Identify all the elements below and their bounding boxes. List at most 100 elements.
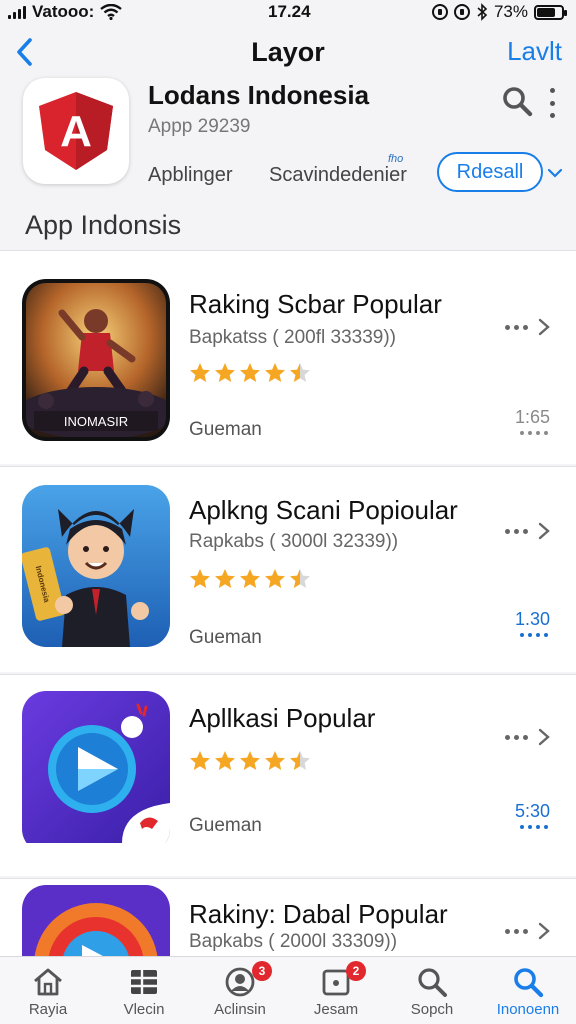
star-icon bbox=[265, 569, 285, 588]
section-title: App Indonsis bbox=[25, 210, 182, 240]
app-icon[interactable] bbox=[22, 885, 170, 958]
signal-icon bbox=[8, 5, 26, 19]
app-title[interactable]: Aplkng Scani Popioular bbox=[189, 495, 458, 526]
tab-label: Inonoenn bbox=[496, 1001, 560, 1018]
star-icon bbox=[215, 363, 235, 382]
tab-inonoenn[interactable]: Inonoenn bbox=[480, 957, 576, 1024]
app-subtitle: Rapkabs ( 3000l 32339)) bbox=[189, 531, 399, 552]
tab-label: Aclinsin bbox=[214, 1001, 266, 1018]
list-item[interactable]: Rakiny: Dabal Popular Bapkabs ( 2000l 33… bbox=[0, 878, 576, 958]
app-title[interactable]: Rakiny: Dabal Popular bbox=[189, 899, 448, 930]
tab-label: Jesam bbox=[313, 1001, 359, 1018]
app-title: Lodans Indonesia bbox=[148, 80, 370, 110]
star-icon bbox=[265, 363, 285, 382]
app-icon[interactable] bbox=[22, 691, 170, 853]
grid-icon bbox=[131, 970, 157, 994]
chevron-down-icon[interactable] bbox=[546, 164, 564, 182]
battery-icon bbox=[534, 4, 567, 20]
bluetooth-icon bbox=[477, 3, 488, 21]
star-icon bbox=[290, 363, 310, 382]
chevron-right-icon[interactable] bbox=[537, 521, 551, 541]
star-icon bbox=[265, 751, 285, 770]
star-icon bbox=[190, 569, 210, 588]
star-icon bbox=[215, 569, 235, 588]
app-title[interactable]: Apllkasi Popular bbox=[189, 703, 375, 734]
more-horizontal-icon[interactable] bbox=[505, 929, 528, 934]
rating-stars bbox=[188, 361, 312, 385]
home-icon bbox=[34, 968, 62, 996]
value-dots bbox=[520, 431, 548, 435]
header-tab-1[interactable]: Apblinger bbox=[148, 164, 233, 187]
alarm-icon bbox=[453, 4, 470, 20]
tab-jesam[interactable]: 2 Jesam bbox=[288, 957, 384, 1024]
value-dots bbox=[520, 825, 548, 829]
back-chevron-icon[interactable] bbox=[10, 34, 40, 70]
wifi-icon bbox=[100, 4, 123, 20]
battery-percent: 73% bbox=[493, 2, 528, 21]
app-icon[interactable]: A bbox=[23, 78, 129, 184]
app-icon[interactable]: Indonesia bbox=[22, 485, 170, 647]
more-vertical-icon[interactable] bbox=[545, 88, 559, 118]
app-subtitle: Appp 29239 bbox=[148, 116, 251, 137]
notification-badge: 2 bbox=[346, 961, 366, 981]
more-horizontal-icon[interactable] bbox=[505, 735, 528, 740]
svg-text:A: A bbox=[60, 107, 92, 156]
search-icon[interactable] bbox=[500, 84, 534, 118]
search-icon bbox=[514, 968, 544, 998]
chevron-right-icon[interactable] bbox=[537, 921, 551, 941]
chevron-right-icon[interactable] bbox=[537, 727, 551, 747]
star-icon bbox=[290, 569, 310, 588]
tab-aclinsin[interactable]: 3 Aclinsin bbox=[192, 957, 288, 1024]
reinstall-button[interactable]: Rdesall bbox=[437, 152, 543, 192]
list-item[interactable]: INOMASIR Raking Scbar Popular Bapkatss (… bbox=[0, 250, 576, 464]
app-logo-icon: A bbox=[39, 92, 113, 170]
star-icon bbox=[240, 363, 260, 382]
tab-rayia[interactable]: Rayia bbox=[0, 957, 96, 1024]
app-category: Gueman bbox=[189, 627, 262, 648]
app-artwork bbox=[22, 691, 170, 843]
tab-vlecin[interactable]: Vlecin bbox=[96, 957, 192, 1024]
app-subtitle: Bapkatss ( 200fl 33339)) bbox=[189, 327, 397, 348]
app-value: 1:65 bbox=[514, 407, 550, 427]
app-value: 1.30 bbox=[514, 609, 550, 629]
rating-stars bbox=[188, 749, 312, 773]
notification-badge: 3 bbox=[252, 961, 272, 981]
app-artwork: INOMASIR bbox=[26, 283, 166, 437]
clock: 17.24 bbox=[268, 2, 311, 21]
app-artwork: Indonesia bbox=[22, 485, 170, 647]
app-artwork bbox=[22, 885, 170, 958]
page-title: Layor bbox=[251, 36, 325, 67]
app-category: Gueman bbox=[189, 419, 262, 440]
tab-sopch[interactable]: Sopch bbox=[384, 957, 480, 1024]
app-title[interactable]: Raking Scbar Popular bbox=[189, 289, 442, 320]
app-subtitle: Bapkabs ( 2000l 33309)) bbox=[189, 931, 398, 952]
tab-label: Vlecin bbox=[123, 1001, 165, 1018]
tab-bar: Rayia Vlecin 3 Aclinsin 2 Jesam Sopch In… bbox=[0, 956, 576, 1024]
tab-label: Sopch bbox=[410, 1001, 454, 1018]
list-item[interactable]: Indonesia Aplkng Scani Popioular Rapkabs… bbox=[0, 466, 576, 672]
carrier-label: Vatooo: bbox=[32, 2, 95, 21]
star-icon bbox=[215, 751, 235, 770]
star-icon bbox=[190, 751, 210, 770]
more-horizontal-icon[interactable] bbox=[505, 529, 528, 534]
star-icon bbox=[290, 751, 310, 770]
tab-label: Rayia bbox=[28, 1001, 68, 1018]
value-dots bbox=[520, 633, 548, 637]
header-tab-2-superscript: fho bbox=[388, 153, 404, 165]
navigation-bar: Layor Lavlt bbox=[0, 28, 576, 76]
status-bar: Vatooo: 17.24 73% bbox=[0, 0, 576, 24]
rotation-lock-icon bbox=[431, 4, 448, 20]
app-icon[interactable]: INOMASIR bbox=[22, 279, 170, 441]
header-tab-2[interactable]: Scavindedenier bbox=[269, 164, 407, 187]
list-item[interactable]: Apllkasi Popular Gueman 5:30 bbox=[0, 674, 576, 876]
more-horizontal-icon[interactable] bbox=[505, 325, 528, 330]
star-icon bbox=[240, 751, 260, 770]
star-icon bbox=[190, 363, 210, 382]
app-value: 5:30 bbox=[514, 801, 550, 821]
app-header: A Lodans Indonesia Appp 29239 Apblinger … bbox=[0, 76, 576, 206]
search-icon bbox=[418, 968, 447, 997]
svg-text:INOMASIR: INOMASIR bbox=[64, 414, 128, 429]
chevron-right-icon[interactable] bbox=[537, 317, 551, 337]
nav-action-button[interactable]: Lavlt bbox=[507, 36, 562, 67]
star-icon bbox=[240, 569, 260, 588]
